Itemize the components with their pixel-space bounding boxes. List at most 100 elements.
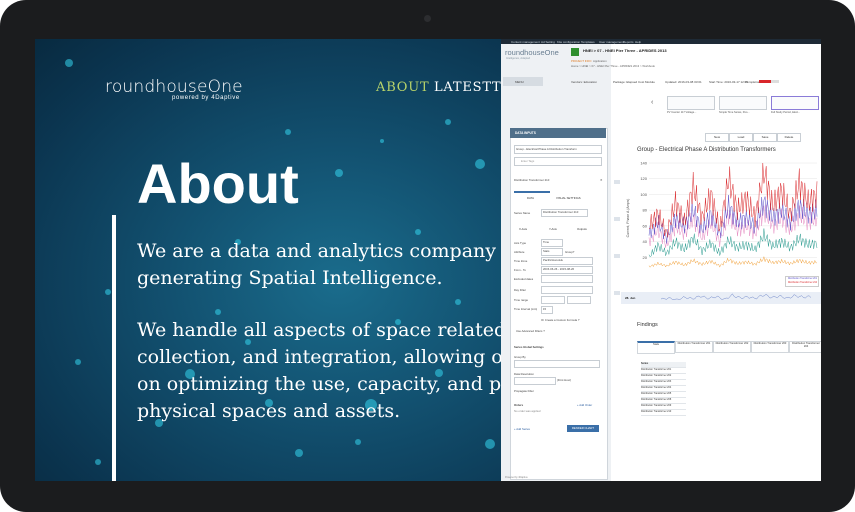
top-menu-item[interactable]: Ad Setting xyxy=(541,40,555,44)
bokeh-dot xyxy=(285,129,291,135)
tab-x-axis[interactable]: X-Axis xyxy=(519,227,527,231)
bokeh-dot xyxy=(380,139,384,143)
orders-heading: Orders xyxy=(514,403,524,407)
workbook-thumbnail[interactable] xyxy=(771,96,819,110)
add-order-link[interactable]: + Add Order xyxy=(577,403,592,407)
site-logo[interactable]: roundhouseOne xyxy=(105,77,243,97)
tab-data[interactable]: DATA xyxy=(527,196,534,200)
tags-placeholder: Enter Tags xyxy=(521,159,535,163)
bokeh-dot xyxy=(485,439,495,449)
bokeh-dot xyxy=(355,439,361,445)
series-title: Distribution Transformer 210 xyxy=(514,178,550,182)
excluded-dates-input[interactable] xyxy=(541,275,593,283)
first-hour-note: (First Hour) xyxy=(557,378,572,382)
chart-navigator[interactable] xyxy=(621,292,821,306)
nav-latest[interactable]: LATEST xyxy=(434,80,492,95)
group-select-value: Group - Electrical Phase A Distribution … xyxy=(516,147,577,151)
series-strip[interactable] xyxy=(614,254,620,258)
findings-title: Findings xyxy=(637,322,658,328)
findings-tab[interactable]: Distribution Transformer 203 xyxy=(751,341,789,353)
no-order-note: No order was applied xyxy=(514,409,541,413)
tab-y-axis[interactable]: Y-Axis xyxy=(549,227,557,231)
findings-tab[interactable]: Distribution Transformer 201 xyxy=(675,341,713,353)
time-interval-value: 15 xyxy=(543,307,547,311)
time-range-end[interactable] xyxy=(567,296,591,304)
load-button[interactable]: Load xyxy=(729,133,753,142)
data-resolution-select[interactable] xyxy=(514,377,556,385)
findings-tab[interactable]: Distribution Transformer 202 xyxy=(713,341,751,353)
custom-formula-checkbox[interactable]: Or Create a Custom Formula ? xyxy=(541,318,579,322)
project-info-link[interactable]: PROJECT INFO xyxy=(571,59,591,63)
app-brand[interactable]: roundhouseOne xyxy=(505,48,559,57)
monitor-frame: roundhouseOne powered by 4Daptive ABOUT … xyxy=(0,0,855,512)
top-menu-item[interactable]: Templates xyxy=(581,40,595,44)
data-inputs-header: DATA INPUTS xyxy=(510,128,606,138)
about-text-line-6: physical spaces and assets. xyxy=(137,400,401,422)
application-label: Application xyxy=(593,59,607,63)
advanced-filters-checkbox[interactable]: Use Advanced Filters ? xyxy=(516,329,545,333)
time-range-start[interactable] xyxy=(541,296,565,304)
group-by-select[interactable] xyxy=(514,360,600,368)
group-radio[interactable]: Group? xyxy=(565,250,574,254)
y-tick-label: 20 xyxy=(643,255,648,260)
series-line xyxy=(648,162,818,238)
nav-about[interactable]: ABOUT xyxy=(376,80,429,95)
series-strip[interactable] xyxy=(614,180,620,184)
axis-type-label: Axis Type xyxy=(514,241,527,245)
new-button[interactable]: New xyxy=(705,133,729,142)
top-menu-item[interactable]: Reports xyxy=(623,40,634,44)
thumbnail-label: Full Study Period, Elect... xyxy=(771,111,801,114)
add-series-button[interactable]: + Add Series xyxy=(514,427,530,431)
group-by-label: Group By xyxy=(514,355,526,359)
legend-entry: Distribution Transformer 210 xyxy=(788,282,817,284)
y-tick-label: 60 xyxy=(643,223,648,228)
table-row[interactable]: Distribution Transformer 210 xyxy=(641,410,686,416)
tab-outputs[interactable]: Outputs xyxy=(577,227,587,231)
accent-line xyxy=(112,215,116,481)
chevron-left-icon[interactable]: ‹ xyxy=(651,99,653,106)
data-resolution-label: Data Resolution xyxy=(514,372,534,376)
about-text-line-5: on optimizing the use, capacity, and pe xyxy=(137,373,501,395)
day-filter-label: Day Filter xyxy=(514,288,526,292)
about-text-line-4: collection, and integration, allowing ou xyxy=(137,346,501,368)
site-logo-tagline: powered by 4Daptive xyxy=(172,95,240,101)
save-button[interactable]: Save xyxy=(753,133,777,142)
about-text-line-2: generating Spatial Intelligence. xyxy=(137,267,443,289)
propagate-filter-toggle[interactable]: Propagate Filter xyxy=(514,389,534,393)
y-tick-label: 120 xyxy=(640,176,647,181)
render-chart-button[interactable]: RENDER CHART xyxy=(567,425,599,432)
project-title[interactable]: HNEI > 07 - HNEI Pier Three - APRIDES 20… xyxy=(583,48,667,53)
thumbnail-label: PV Inverter 117 Voltage... xyxy=(667,111,697,114)
thumbnail-label: Simple Time Series, Peo... xyxy=(719,111,750,114)
close-icon[interactable]: ✕ xyxy=(600,178,602,182)
findings-tab-stats[interactable]: Stats xyxy=(637,341,675,354)
day-filter-input[interactable] xyxy=(541,286,593,294)
workbook-thumbnail[interactable] xyxy=(719,96,767,110)
delete-button[interactable]: Delete xyxy=(777,133,801,142)
top-menu-item[interactable]: User management xyxy=(599,40,624,44)
bokeh-dot xyxy=(455,299,461,305)
bokeh-dot xyxy=(335,169,343,177)
top-menu-item[interactable]: Content management xyxy=(511,40,540,44)
findings-tab[interactable]: Distribution Transformer 204 xyxy=(789,341,821,353)
camera-dot xyxy=(424,15,431,22)
series-strip[interactable] xyxy=(614,217,620,221)
breadcrumb[interactable]: Home > HNEI > 07 - HNEI Pier Three - APR… xyxy=(571,64,655,68)
project-logo-icon xyxy=(571,48,579,56)
menu-label: MENU xyxy=(515,80,524,84)
y-tick-label: 100 xyxy=(640,192,647,197)
top-menu-item[interactable]: Help xyxy=(635,40,641,44)
series-name-value: Distribution Transformer 210 xyxy=(543,210,579,214)
series-strip[interactable] xyxy=(614,291,620,295)
bokeh-dot xyxy=(295,449,303,457)
excluded-dates-label: Excluded dates xyxy=(514,277,534,281)
tab-visual-settings[interactable]: VISUAL SETTINGS xyxy=(556,196,581,200)
workbook-thumbnail[interactable] xyxy=(667,96,715,110)
y-tick-label: 140 xyxy=(640,161,647,166)
attribute-value: Stats xyxy=(543,249,550,253)
active-tab-indicator xyxy=(514,191,550,193)
top-menu-item[interactable]: Kite configuration xyxy=(557,40,580,44)
y-tick-label: 40 xyxy=(643,239,648,244)
nav-next[interactable]: T xyxy=(492,80,501,95)
y-tick-label: 80 xyxy=(643,208,648,213)
